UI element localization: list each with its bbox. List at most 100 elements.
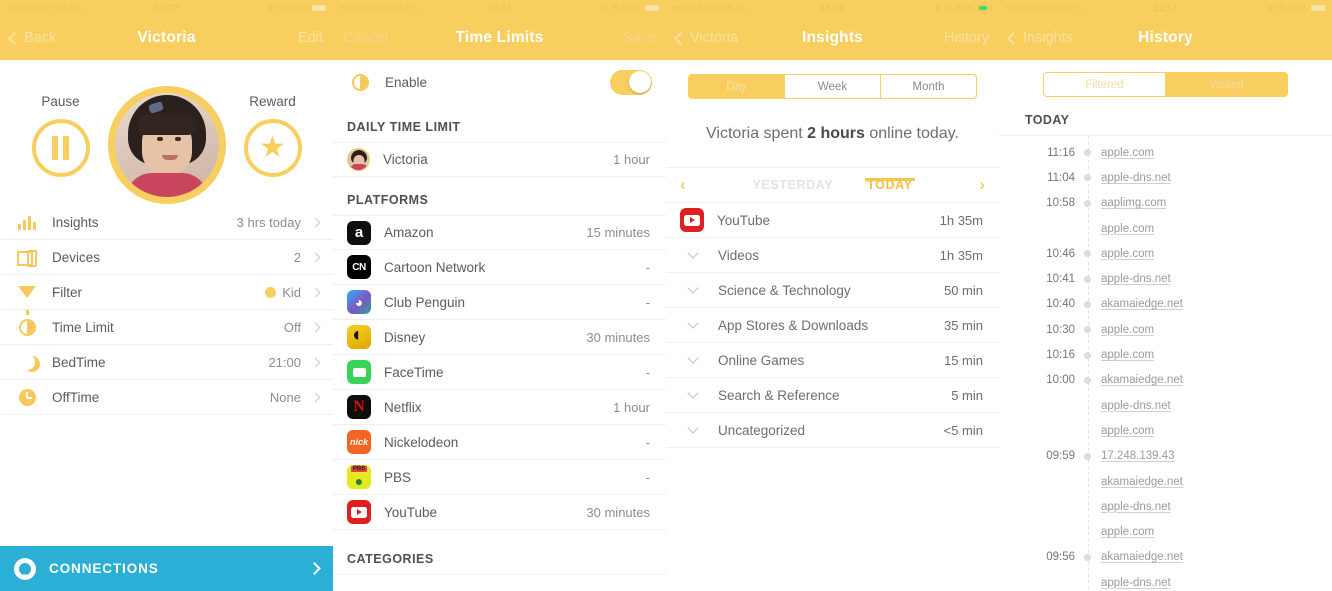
period-segmented-control[interactable]: Day Week Month: [688, 74, 977, 99]
history-button[interactable]: History: [944, 30, 989, 46]
entry-site[interactable]: apple-dns.net: [1101, 577, 1171, 589]
entry-site[interactable]: apple.com: [1101, 147, 1154, 159]
sidebar-item-offtime[interactable]: OffTime None: [0, 380, 333, 415]
insight-row-search-reference[interactable]: Search & Reference 5 min: [666, 378, 999, 413]
enable-row[interactable]: Enable: [333, 60, 666, 104]
chevron-down-icon[interactable]: [680, 418, 706, 442]
list-item[interactable]: apple.com: [999, 519, 1332, 544]
list-item[interactable]: 10:58 aaplimg.com: [999, 191, 1332, 216]
insight-row-videos[interactable]: Videos 1h 35m: [666, 238, 999, 273]
back-button[interactable]: Back: [8, 30, 56, 46]
sidebar-item-time-limit[interactable]: Time Limit Off: [0, 310, 333, 345]
entry-site[interactable]: apple-dns.net: [1101, 501, 1171, 513]
insight-row-youtube[interactable]: YouTube 1h 35m: [666, 203, 999, 238]
platform-row-club-penguin[interactable]: Club Penguin -: [333, 285, 666, 320]
entry-site[interactable]: apple-dns.net: [1101, 273, 1171, 285]
list-item[interactable]: 10:41 apple-dns.net: [999, 266, 1332, 291]
back-button[interactable]: Insights: [1007, 30, 1073, 46]
tab-day[interactable]: Day: [689, 75, 785, 98]
alarm-icon: ⏱: [278, 2, 286, 14]
entry-site[interactable]: 17.248.139.43: [1101, 450, 1175, 462]
entry-site[interactable]: apple.com: [1101, 526, 1154, 538]
insight-row-science-technology[interactable]: Science & Technology 50 min: [666, 273, 999, 308]
tab-week[interactable]: Week: [785, 75, 881, 98]
edit-button[interactable]: Edit: [298, 30, 323, 46]
platform-row-netflix[interactable]: N Netflix 1 hour: [333, 390, 666, 425]
list-item[interactable]: apple.com: [999, 216, 1332, 241]
list-item[interactable]: 10:00 akamaiedge.net: [999, 368, 1332, 393]
entry-site[interactable]: aaplimg.com: [1101, 197, 1166, 209]
platform-row-youtube[interactable]: YouTube 30 minutes: [333, 495, 666, 530]
entry-site[interactable]: akamaiedge.net: [1101, 374, 1183, 386]
chevron-down-icon[interactable]: [680, 383, 706, 407]
sidebar-item-filter[interactable]: Filter Kid: [0, 275, 333, 315]
reward-button[interactable]: ★: [243, 119, 302, 177]
list-item[interactable]: 10:30 apple.com: [999, 317, 1332, 342]
platform-row-nickelodeon[interactable]: nick Nickelodeon -: [333, 425, 666, 460]
insight-value: 5 min: [951, 387, 983, 403]
platform-row-facetime[interactable]: FaceTime -: [333, 355, 666, 390]
entry-site[interactable]: akamaiedge.net: [1101, 476, 1183, 488]
save-button[interactable]: Save: [623, 30, 656, 46]
day-yesterday[interactable]: YESTERDAY: [752, 178, 833, 192]
entry-site[interactable]: apple.com: [1101, 223, 1154, 235]
sidebar-item-insights[interactable]: Insights 3 hrs today: [0, 205, 333, 240]
list-item[interactable]: 10:46 apple.com: [999, 241, 1332, 266]
reward-control[interactable]: Reward ★: [243, 94, 302, 177]
daily-limit-row[interactable]: Victoria 1 hour: [333, 142, 666, 177]
devices-icon: [14, 245, 40, 269]
entry-site[interactable]: apple.com: [1101, 248, 1154, 260]
entry-time: 10:46: [1046, 247, 1075, 260]
alarm-icon: ⏱: [944, 2, 952, 14]
insight-row-app-stores-downloads[interactable]: App Stores & Downloads 35 min: [666, 308, 999, 343]
entry-site[interactable]: akamaiedge.net: [1101, 298, 1183, 310]
sidebar-item-devices[interactable]: Devices 2: [0, 240, 333, 275]
list-item[interactable]: apple.com: [999, 418, 1332, 443]
list-item[interactable]: apple-dns.net: [999, 494, 1332, 519]
pause-control[interactable]: Pause: [31, 94, 90, 177]
list-item[interactable]: 11:16 apple.com: [999, 140, 1332, 165]
list-item[interactable]: 10:16 apple.com: [999, 342, 1332, 367]
entry-site[interactable]: apple.com: [1101, 324, 1154, 336]
status-right: ➤ ⏱ 91%: [601, 3, 660, 14]
entry-site[interactable]: apple-dns.net: [1101, 400, 1171, 412]
chevron-down-icon[interactable]: [680, 243, 706, 267]
entry-site[interactable]: akamaiedge.net: [1101, 551, 1183, 563]
list-item[interactable]: akamaiedge.net: [999, 469, 1332, 494]
platform-row-pbs[interactable]: PBS -: [333, 460, 666, 495]
day-today[interactable]: TODAY: [864, 178, 915, 192]
platform-row-cartoon-network[interactable]: CN Cartoon Network -: [333, 250, 666, 285]
connections-bar[interactable]: CONNECTIONS: [0, 546, 333, 591]
chevron-down-icon[interactable]: [680, 313, 706, 337]
list-item[interactable]: apple-dns.net: [999, 393, 1332, 418]
tab-month[interactable]: Month: [881, 75, 976, 98]
entry-site[interactable]: apple-dns.net: [1101, 172, 1171, 184]
insight-row-uncategorized[interactable]: Uncategorized <5 min: [666, 413, 999, 448]
entry-site[interactable]: apple.com: [1101, 425, 1154, 437]
sidebar-item-bedtime[interactable]: BedTime 21:00: [0, 345, 333, 380]
chevron-down-icon[interactable]: [680, 348, 706, 372]
platform-row-disney[interactable]: Disney 30 minutes: [333, 320, 666, 355]
list-item[interactable]: 09:59 17.248.139.43: [999, 444, 1332, 469]
battery-percent: 91%: [621, 2, 641, 14]
back-button[interactable]: Victoria: [674, 30, 738, 46]
status-bar: ••ooo Fido Wi-Fi ◗ 11:17 ➤ ⏱ 88%: [999, 0, 1332, 16]
enable-toggle[interactable]: [610, 69, 652, 95]
insight-row-online-games[interactable]: Online Games 15 min: [666, 343, 999, 378]
nav-bar-time-limits: Cancel Time Limits Save: [333, 16, 666, 60]
entry-site[interactable]: apple.com: [1101, 349, 1154, 361]
list-item[interactable]: 10:40 akamaiedge.net: [999, 292, 1332, 317]
tab-filtered[interactable]: Filtered: [1044, 73, 1166, 96]
chevron-down-icon[interactable]: [680, 278, 706, 302]
list-item[interactable]: apple-dns.net: [999, 570, 1332, 591]
row-value: 3 hrs today: [236, 214, 301, 230]
pause-button[interactable]: [31, 119, 90, 177]
cancel-button[interactable]: Cancel: [343, 30, 388, 46]
tab-visited[interactable]: Visited: [1166, 73, 1287, 96]
history-segmented-control[interactable]: Filtered Visited: [1043, 72, 1288, 97]
platform-row-amazon[interactable]: a Amazon 15 minutes: [333, 215, 666, 250]
list-item[interactable]: 09:56 akamaiedge.net: [999, 545, 1332, 570]
list-item[interactable]: 11:04 apple-dns.net: [999, 165, 1332, 190]
avatar[interactable]: [107, 85, 226, 204]
platform-limit: -: [645, 469, 650, 485]
